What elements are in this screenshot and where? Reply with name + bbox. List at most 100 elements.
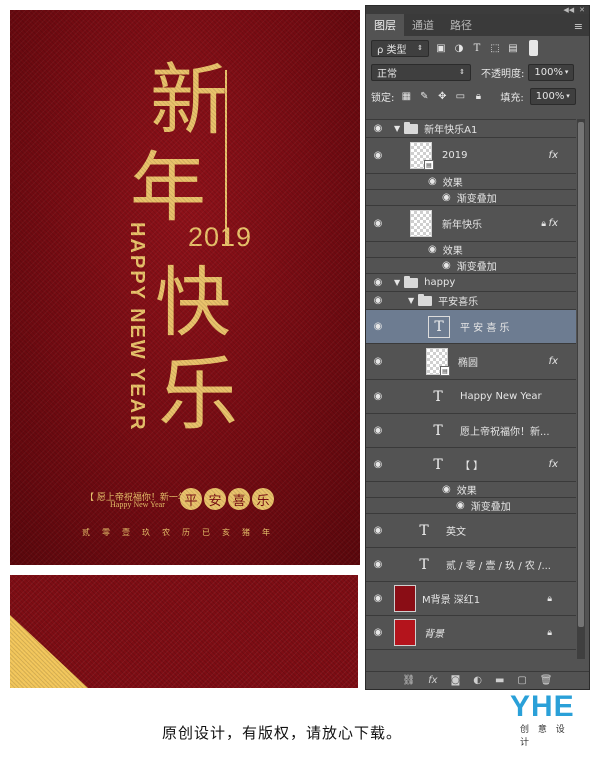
layer-row[interactable]: ◉ ▤ 椭圆 fx: [366, 344, 576, 380]
fill-field[interactable]: 100% ▾: [529, 87, 576, 105]
eye-icon[interactable]: ◉: [456, 500, 465, 511]
smart-object-badge-icon: ▤: [424, 160, 434, 170]
panel-menu-icon[interactable]: ≡: [574, 20, 583, 33]
smartobject-filter-icon[interactable]: ▤: [507, 43, 519, 54]
lock-all-icon[interactable]: 🔒︎: [472, 91, 484, 102]
fx-icon[interactable]: fx: [549, 218, 558, 229]
eye-icon[interactable]: ◉: [372, 277, 384, 288]
eye-icon[interactable]: ◉: [372, 123, 384, 134]
layer-row[interactable]: ◉ T Happy New Year: [366, 380, 576, 414]
lock-row: 锁定: ▦ ✎ ✥ ▭ 🔒︎ 填充: 100% ▾: [366, 84, 589, 108]
eye-icon[interactable]: ◉: [372, 525, 384, 536]
layer-thumbnail: [394, 585, 416, 612]
effect-item-row[interactable]: ◉ 渐变叠加: [366, 190, 576, 206]
add-style-icon[interactable]: fx: [428, 675, 437, 686]
new-layer-icon[interactable]: ▢: [517, 675, 526, 686]
effects-row[interactable]: ◉ 效果: [366, 174, 576, 190]
layer-group-row[interactable]: ◉ ▼ happy: [366, 274, 576, 292]
lock-move-icon[interactable]: ✥: [436, 91, 448, 102]
lock-icon: 🔒︎: [547, 593, 552, 604]
filter-kind-label: ρ 类型: [377, 44, 407, 56]
filter-toggle[interactable]: [529, 40, 538, 56]
bottom-char: 已: [202, 528, 210, 537]
eye-icon[interactable]: ◉: [372, 321, 384, 332]
eye-icon[interactable]: ◉: [372, 356, 384, 367]
lock-brush-icon[interactable]: ✎: [418, 91, 430, 102]
eye-icon[interactable]: ◉: [442, 484, 451, 495]
effect-name: 渐变叠加: [456, 194, 497, 205]
layers-scrollbar[interactable]: [577, 119, 585, 659]
eye-icon[interactable]: ◉: [372, 425, 384, 436]
fx-icon[interactable]: fx: [549, 356, 558, 367]
blessing-en: Happy New Year: [110, 500, 165, 509]
eye-icon[interactable]: ◉: [372, 559, 384, 570]
tab-paths[interactable]: 路径: [442, 14, 480, 36]
lock-artboard-icon[interactable]: ▭: [454, 91, 466, 102]
bottom-char: 贰: [82, 528, 90, 537]
collapse-icon[interactable]: ◀◀: [563, 6, 574, 14]
tab-channels[interactable]: 通道: [404, 14, 442, 36]
type-filter-icon[interactable]: T: [471, 43, 483, 54]
filter-kind-dropdown[interactable]: ρ 类型 ⇕: [371, 39, 429, 57]
opacity-field[interactable]: 100% ▾: [528, 63, 575, 81]
layer-name: 新年快乐: [442, 220, 482, 231]
scrollbar-thumb[interactable]: [578, 122, 584, 627]
layer-name: M背景 深红1: [422, 595, 481, 606]
blend-mode-dropdown[interactable]: 正常 ⇕: [371, 63, 471, 81]
layer-group-row[interactable]: ◉ ▼ 新年快乐A1: [366, 120, 576, 138]
eye-icon[interactable]: ◉: [442, 260, 451, 271]
eye-icon[interactable]: ◉: [442, 192, 451, 203]
eye-icon[interactable]: ◉: [372, 391, 384, 402]
new-adjustment-icon[interactable]: ◐: [473, 675, 482, 686]
eye-icon[interactable]: ◉: [372, 593, 384, 604]
image-filter-icon[interactable]: ▣: [435, 43, 447, 54]
layer-thumbnail: ▤: [426, 348, 450, 376]
tab-layers[interactable]: 图层: [366, 14, 404, 36]
delete-layer-icon[interactable]: 🗑︎: [540, 675, 553, 686]
lock-icon: 🔒︎: [541, 218, 546, 229]
layer-row[interactable]: ◉ ▤ 2019 fx: [366, 138, 576, 174]
layer-group-row[interactable]: ◉ ▼ 平安喜乐: [366, 292, 576, 310]
link-layers-icon[interactable]: ⛓: [402, 675, 415, 686]
add-mask-icon[interactable]: ◙: [451, 675, 461, 686]
effects-row[interactable]: ◉ 效果: [366, 482, 576, 498]
adjustment-filter-icon[interactable]: ◑: [453, 43, 465, 54]
eye-icon[interactable]: ◉: [428, 244, 437, 255]
title-char-xin: 新: [150, 56, 229, 146]
eye-icon[interactable]: ◉: [372, 295, 384, 306]
layer-row[interactable]: ◉ 新年快乐 🔒︎ fx: [366, 206, 576, 242]
folder-icon: [404, 275, 419, 288]
text-layer-icon: T: [433, 456, 443, 473]
layer-row[interactable]: ◉ T 贰 / 零 / 壹 / 玖 / 农 /...: [366, 548, 576, 582]
layer-row[interactable]: ◉ T 愿上帝祝福你！新...: [366, 414, 576, 448]
eye-icon[interactable]: ◉: [372, 150, 384, 161]
shape-filter-icon[interactable]: ⬚: [489, 43, 501, 54]
eye-icon[interactable]: ◉: [428, 176, 437, 187]
lock-transparent-icon[interactable]: ▦: [400, 91, 412, 102]
eye-icon[interactable]: ◉: [372, 459, 384, 470]
fx-icon[interactable]: fx: [549, 459, 558, 470]
caret-down-icon[interactable]: ▼: [394, 124, 400, 133]
blend-row: 正常 ⇕ 不透明度: 100% ▾: [366, 60, 589, 84]
layer-name: 贰 / 零 / 壹 / 玖 / 农 /...: [446, 561, 551, 572]
effect-name: 效果: [442, 246, 463, 257]
layer-name: 平 安 喜 乐: [460, 323, 510, 334]
effects-row[interactable]: ◉ 效果: [366, 242, 576, 258]
layer-row[interactable]: ◉ T 【 】 fx: [366, 448, 576, 482]
layer-row-selected[interactable]: ◉ T 平 安 喜 乐: [366, 310, 576, 344]
eye-icon[interactable]: ◉: [372, 218, 384, 229]
layer-row[interactable]: ◉ T 英文: [366, 514, 576, 548]
bottom-char: 零: [102, 528, 110, 537]
fx-icon[interactable]: fx: [549, 150, 558, 161]
effect-item-row[interactable]: ◉ 渐变叠加: [366, 498, 576, 514]
new-group-icon[interactable]: ▬: [495, 675, 504, 686]
folder-icon: [404, 121, 419, 134]
eye-icon[interactable]: ◉: [372, 627, 384, 638]
close-icon[interactable]: ✕: [579, 6, 585, 14]
effect-item-row[interactable]: ◉ 渐变叠加: [366, 258, 576, 274]
caret-down-icon[interactable]: ▼: [408, 296, 414, 305]
filter-row: ρ 类型 ⇕ ▣ ◑ T ⬚ ▤: [366, 36, 589, 60]
caret-down-icon[interactable]: ▼: [394, 278, 400, 287]
layer-row[interactable]: ◉ M背景 深红1 🔒︎: [366, 582, 576, 616]
layer-row[interactable]: ◉ 背景 🔒︎: [366, 616, 576, 650]
